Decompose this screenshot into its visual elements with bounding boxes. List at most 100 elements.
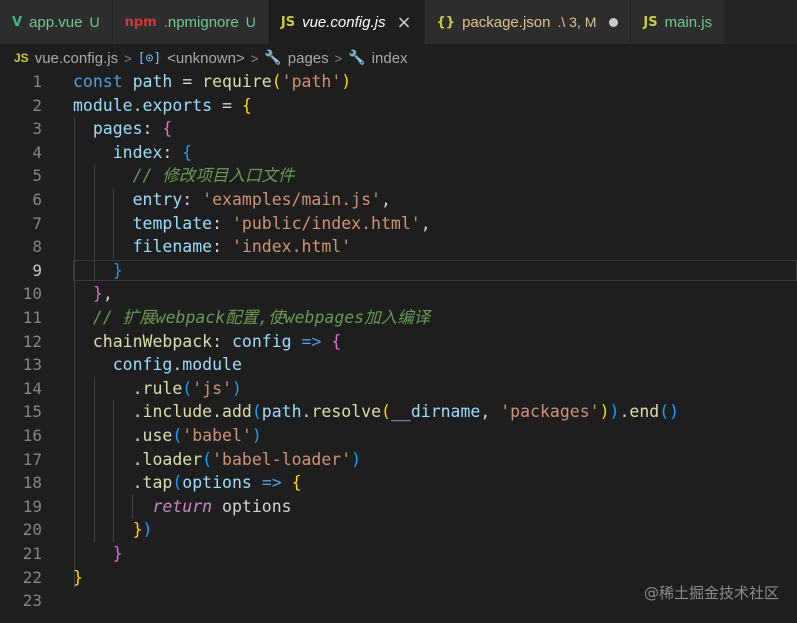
code-token: ( <box>381 402 391 422</box>
line-number: 22 <box>22 567 42 587</box>
code-line[interactable]: 8 filename: 'index.html' <box>0 235 797 259</box>
code-text: const path = require('path') <box>73 70 351 94</box>
tab-main-js[interactable]: JS main.js <box>631 0 726 44</box>
code-token: , <box>102 284 113 304</box>
code-line[interactable]: 3 pages: { <box>0 117 797 141</box>
code-text: .loader('babel-loader') <box>73 448 362 472</box>
code-token: . <box>172 355 183 375</box>
line-number: 12 <box>22 331 42 351</box>
tab-package-json[interactable]: {} package.json .\ 3, M <box>424 0 632 44</box>
code-token: { <box>182 142 193 162</box>
code-token: : <box>182 190 203 209</box>
code-token: : <box>162 142 183 162</box>
code-text: }) <box>73 518 153 542</box>
code-token: module <box>73 95 133 115</box>
code-line[interactable]: 4 index: { <box>0 141 797 165</box>
code-token: resolve <box>311 402 382 422</box>
git-status-badge: .\ 3, M <box>557 14 597 30</box>
code-token: ) <box>599 402 610 422</box>
close-icon[interactable]: × <box>396 12 411 33</box>
code-token: = <box>172 72 203 91</box>
code-token: . <box>73 449 143 469</box>
current-line-highlight <box>73 259 797 281</box>
tab-label: .npmignore <box>163 13 239 31</box>
code-token: 'packages' <box>500 402 600 422</box>
code-token: } <box>73 567 83 587</box>
line-number: 19 <box>22 496 42 516</box>
unsaved-dot-icon[interactable] <box>609 17 619 27</box>
code-editor[interactable]: 1 const path = require('path') 2 module.exp… <box>0 70 797 623</box>
code-text: // 修改项目入口文件 <box>73 164 295 188</box>
code-token: . <box>73 426 143 445</box>
tab-app-vue[interactable]: V app.vue U <box>0 0 113 44</box>
code-line[interactable]: 19 return options <box>0 495 797 519</box>
code-line[interactable]: 17 .loader('babel-loader') <box>0 448 797 472</box>
breadcrumb-unknown[interactable]: <unknown> <box>167 50 245 67</box>
code-line[interactable]: 15 .include.add(path.resolve(__dirname, … <box>0 400 797 424</box>
code-line[interactable]: 14 .rule('js') <box>0 377 797 401</box>
code-token: const <box>73 72 133 91</box>
breadcrumb-file[interactable]: vue.config.js <box>35 50 118 67</box>
code-line[interactable]: 6 entry: 'examples/main.js', <box>0 188 797 212</box>
code-line[interactable]: 13 config.module <box>0 353 797 377</box>
line-number: 17 <box>22 449 42 469</box>
code-line[interactable]: 10 }, <box>0 282 797 306</box>
code-text: .rule('js') <box>73 377 242 401</box>
code-token: loader <box>142 449 203 469</box>
chevron-right-icon: > <box>334 50 343 66</box>
wrench-icon: 🔧 <box>264 50 282 66</box>
code-token: , <box>380 190 391 209</box>
code-token: ) <box>142 520 153 540</box>
code-line[interactable]: 12 chainWebpack: config => { <box>0 330 797 354</box>
json-icon: {} <box>436 14 456 30</box>
code-token: 'js' <box>192 378 232 398</box>
tab-label: vue.config.js <box>302 13 386 31</box>
code-line[interactable]: 18 .tap(options => { <box>0 471 797 495</box>
code-token: { <box>291 473 302 493</box>
wrench-icon: 🔧 <box>348 50 366 66</box>
code-token: ( <box>202 449 213 469</box>
code-text: } <box>73 542 123 566</box>
code-line[interactable]: 16 .use('babel') <box>0 424 797 448</box>
code-token: ) <box>341 72 352 91</box>
code-line[interactable]: 11 // 扩展webpack配置,使webpages加入编译 <box>0 306 797 330</box>
code-token: : <box>212 237 232 257</box>
line-number: 3 <box>32 119 42 139</box>
code-token: ( <box>271 72 282 91</box>
watermark: @稀土掘金技术社区 <box>643 584 779 602</box>
code-line[interactable]: 5 // 修改项目入口文件 <box>0 164 797 188</box>
line-number: 14 <box>22 378 42 398</box>
code-token: ( <box>172 473 183 493</box>
breadcrumb-index[interactable]: index <box>372 50 408 67</box>
code-line[interactable]: 9 } <box>0 259 797 283</box>
code-token: ) <box>351 449 362 469</box>
code-token: . <box>132 95 143 115</box>
code-token: ) <box>231 378 242 398</box>
code-token: filename <box>132 237 213 257</box>
breadcrumb-pages[interactable]: pages <box>288 50 329 67</box>
code-token: => <box>301 331 322 351</box>
tab-npmignore[interactable]: npm .npmignore U <box>112 0 269 44</box>
code-line[interactable]: 2 module.exports = { <box>0 94 797 118</box>
code-token: { <box>331 331 342 351</box>
tab-vue-config-js[interactable]: JS vue.config.js × <box>268 0 425 44</box>
code-line[interactable]: 7 template: 'public/index.html', <box>0 212 797 236</box>
code-text: module.exports = { <box>73 94 252 118</box>
code-line[interactable]: 1 const path = require('path') <box>0 70 797 94</box>
code-text: .use('babel') <box>73 424 262 448</box>
code-token: path <box>261 402 302 422</box>
code-line[interactable]: 20 }) <box>0 518 797 542</box>
code-token: => <box>261 473 282 493</box>
code-line[interactable]: 21 } <box>0 542 797 566</box>
line-number: 23 <box>22 591 42 611</box>
code-text: index: { <box>73 141 192 165</box>
code-text: } <box>73 259 123 283</box>
line-number: 20 <box>22 520 42 540</box>
